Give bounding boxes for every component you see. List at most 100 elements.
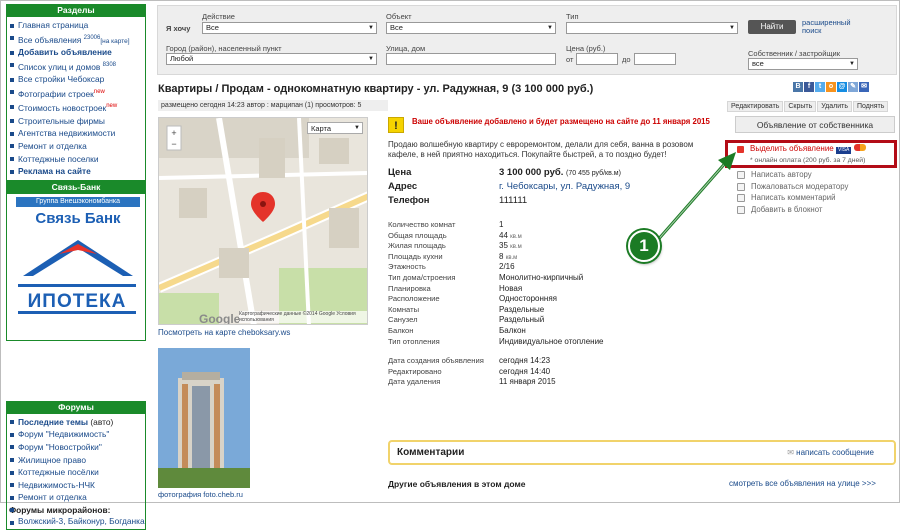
visa-icon: VISA: [835, 147, 852, 154]
nav-agencies[interactable]: Агентства недвижимости: [9, 127, 145, 140]
highlight-ad-link[interactable]: Выделить объявление VISA: [750, 144, 866, 154]
forum-housing-law[interactable]: Жилищное право: [9, 454, 145, 467]
comments-panel: Комментарии ✉ написать сообщение: [388, 440, 896, 465]
price-from-input[interactable]: [576, 53, 618, 65]
warning-icon: !: [388, 117, 404, 133]
prop-row: Комнаты Раздельные: [388, 304, 545, 314]
nav-cottages[interactable]: Коттеджные поселки: [9, 153, 145, 166]
write-author-link[interactable]: Написать автору: [735, 169, 895, 181]
object-label: Объект: [386, 12, 412, 21]
action-select[interactable]: Все ▼: [202, 22, 377, 34]
page-title: Квартиры / Продам - однокомнатную кварти…: [158, 83, 594, 95]
sections-header: Разделы: [6, 4, 146, 17]
map-caption-link[interactable]: Посмотреть на карте cheboksary.ws: [158, 328, 290, 337]
street-input[interactable]: [386, 53, 556, 65]
chevron-down-icon: ▼: [368, 56, 374, 62]
prop-row: Тип дома/строения Монолитно-кирпичный: [388, 272, 584, 282]
address-link[interactable]: г. Чебоксары, ул. Радужная, 9: [499, 181, 630, 192]
highlight-note: * онлайн оплата (200 руб. за 7 дней): [750, 157, 866, 164]
nav-all-constructions[interactable]: Все стройки Чебоксар: [9, 73, 145, 86]
nav-all-ads[interactable]: Все объявления 23006[на карте]: [9, 32, 145, 47]
add-notebook-link[interactable]: Добавить в блокнот: [735, 204, 895, 216]
nav-repair[interactable]: Ремонт и отделка: [9, 140, 145, 153]
chevron-down-icon: ▼: [368, 25, 374, 31]
date-row: Дата удаления 11 января 2015: [388, 377, 556, 387]
bank-product: ИПОТЕКА: [18, 283, 136, 314]
nav-new-building-prices[interactable]: Стоимость новостроекnew: [9, 100, 145, 114]
forum-newbuildings[interactable]: Форум "Новостройки": [9, 441, 145, 454]
write-message-link[interactable]: ✉ написать сообщение: [787, 448, 874, 457]
price-to-input[interactable]: [634, 53, 676, 65]
livejournal-icon[interactable]: ✎: [848, 82, 858, 92]
chevron-down-icon: ▼: [354, 125, 360, 131]
prop-row: Санузел Раздельный: [388, 315, 545, 325]
object-select[interactable]: Все ▼: [386, 22, 556, 34]
callout-arrow: [654, 152, 736, 243]
bank-name: Связь Банк: [35, 209, 121, 227]
forums-header: Форумы: [6, 400, 146, 414]
forum-repair[interactable]: Ремонт и отделка: [9, 491, 145, 504]
price-to-label: до: [622, 55, 631, 64]
write-comment-link[interactable]: Написать комментарий: [735, 192, 895, 204]
mastercard-icon: [853, 144, 866, 151]
price-label: Цена (руб.): [566, 44, 606, 53]
map-type-select[interactable]: Карта ▼: [307, 122, 363, 134]
nav-advertising[interactable]: Реклама на сайте: [9, 165, 145, 178]
photo-caption-link[interactable]: фотография foto.cheb.ru: [158, 490, 243, 499]
delete-button[interactable]: Удалить: [817, 101, 852, 112]
chevron-down-icon: ▼: [547, 25, 553, 31]
comments-title: Комментарии: [397, 447, 465, 458]
find-button[interactable]: Найти: [748, 20, 796, 34]
forum-realty[interactable]: Форум "Недвижимость": [9, 428, 145, 441]
side-actions-list: Написать автору Пожаловаться модератору …: [735, 169, 895, 215]
price-from-label: от: [566, 55, 574, 64]
advanced-search-link[interactable]: расширенный поиск: [802, 19, 862, 35]
forum-micro-list[interactable]: Волжский-3, Байконур, Богданка: [9, 516, 145, 527]
nav-streets[interactable]: Список улиц и домов 8308: [9, 59, 145, 73]
callout-badge: 1: [628, 230, 660, 262]
svg-text:Google: Google: [199, 312, 241, 325]
listing-meta: размещено сегодня 14:23 автор : марципан…: [158, 100, 388, 111]
prop-row: Планировка Новая: [388, 283, 523, 293]
nav-construction-firms[interactable]: Строительные фирмы: [9, 115, 145, 128]
listing-toolbar: Редактировать Скрыть Удалить Поднять: [726, 100, 889, 112]
owner-ad-button[interactable]: Объявление от собственника: [735, 116, 895, 133]
svg-text:−: −: [171, 139, 176, 149]
forum-latest[interactable]: Последние темы (авто): [9, 416, 145, 429]
type-label: Тип: [566, 12, 579, 21]
sections-nav: Главная страница Все объявления 23006[на…: [6, 17, 146, 181]
date-row: Дата создания объявления сегодня 14:23: [388, 356, 551, 366]
date-row: Редактировано сегодня 14:40: [388, 366, 551, 376]
notice-box: ! Ваше объявление добавлено и будет разм…: [388, 117, 716, 135]
prop-row: Балкон Балкон: [388, 325, 526, 335]
rss-icon[interactable]: ✉: [859, 82, 869, 92]
hide-button[interactable]: Скрыть: [784, 101, 817, 112]
left-sidebar: Разделы Главная страница Все объявления …: [6, 4, 146, 530]
twitter-icon[interactable]: t: [815, 82, 825, 92]
raise-button[interactable]: Поднять: [853, 101, 889, 112]
photo-graphic: [158, 348, 250, 488]
mailru-icon[interactable]: @: [837, 82, 847, 92]
type-select[interactable]: ▼: [566, 22, 738, 34]
chevron-down-icon: ▼: [729, 25, 735, 31]
forum-cottages[interactable]: Коттеджные посёлки: [9, 466, 145, 479]
house-roof-icon: [23, 239, 133, 276]
social-share: Bf t o @ ✎ ✉: [793, 80, 870, 92]
nav-home[interactable]: Главная страница: [9, 19, 145, 32]
report-moderator-link[interactable]: Пожаловаться модератору: [735, 181, 895, 193]
facebook-icon[interactable]: f: [804, 82, 814, 92]
other-ads-title: Другие объявления в этом доме: [388, 479, 526, 489]
nav-add-ad[interactable]: Добавить объявление: [9, 46, 145, 59]
odnoklassniki-icon[interactable]: o: [826, 82, 836, 92]
street-ads-link[interactable]: смотреть все объявления на улице >>>: [729, 479, 876, 488]
nav-construction-photos[interactable]: Фотографии строекnew: [9, 86, 145, 100]
owner-select[interactable]: все ▼: [748, 58, 858, 70]
building-photo[interactable]: [158, 348, 250, 488]
location-map[interactable]: + − Google Карта ▼ Картографические данны…: [158, 117, 368, 325]
city-select[interactable]: Любой ▼: [166, 53, 377, 65]
edit-button[interactable]: Редактировать: [727, 101, 784, 112]
notice-text: Ваше объявление добавлено и будет размещ…: [412, 117, 710, 126]
forum-nchk[interactable]: Недвижимость-НЧК: [9, 479, 145, 492]
bank-banner[interactable]: Группа Внешэкономбанка Связь Банк ИПОТЕК…: [6, 193, 146, 341]
vk-icon[interactable]: B: [793, 82, 803, 92]
